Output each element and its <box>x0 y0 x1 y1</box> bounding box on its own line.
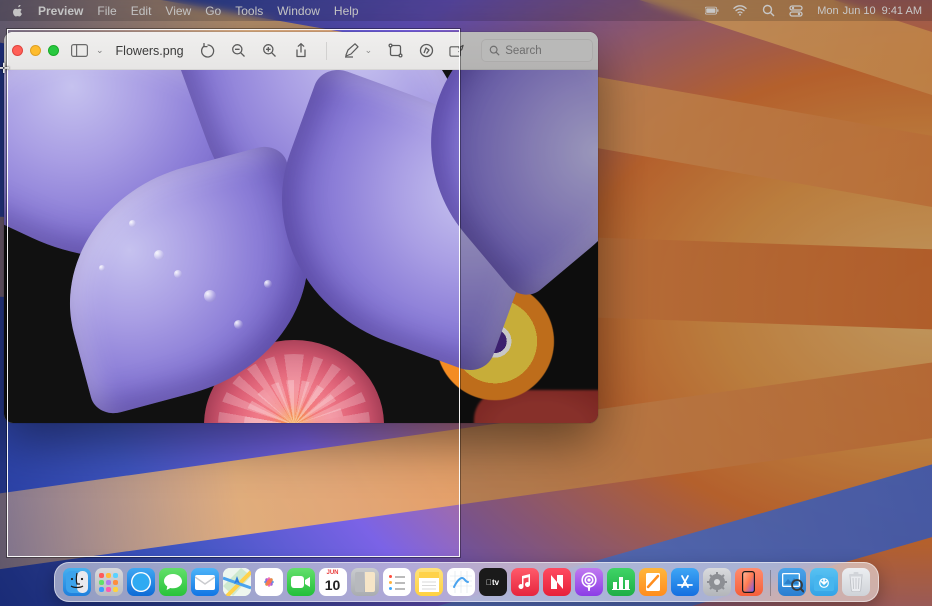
dock-tv[interactable]: tv <box>479 568 507 596</box>
crop-icon[interactable] <box>387 43 403 59</box>
crosshair-cursor-icon: ✛ <box>0 60 10 77</box>
dock-preview-app[interactable] <box>778 568 806 596</box>
dock-freeform[interactable] <box>447 568 475 596</box>
window-titlebar[interactable]: ⌄ Flowers.png ⌄ <box>4 32 598 70</box>
dock-notes[interactable] <box>415 568 443 596</box>
zoom-out-icon[interactable] <box>231 43 247 59</box>
dock-reminders[interactable] <box>383 568 411 596</box>
dock-downloads[interactable] <box>810 568 838 596</box>
calendar-icon-month: JUN <box>319 570 347 576</box>
dock-appstore[interactable] <box>671 568 699 596</box>
dock-maps[interactable] <box>223 568 251 596</box>
dock-pages[interactable] <box>639 568 667 596</box>
minimize-button[interactable] <box>30 45 41 56</box>
markup-icon[interactable] <box>418 43 434 59</box>
wifi-icon[interactable] <box>733 5 747 17</box>
sidebar-toggle-icon[interactable] <box>71 44 88 57</box>
preview-window[interactable]: ⌄ Flowers.png ⌄ <box>4 32 598 423</box>
menubar-time[interactable]: 9:41 AM <box>882 5 922 17</box>
dock-numbers[interactable] <box>607 568 635 596</box>
highlight-menu-chevron-icon[interactable]: ⌄ <box>365 45 373 56</box>
dock-music[interactable] <box>511 568 539 596</box>
dock-messages[interactable] <box>159 568 187 596</box>
control-center-icon[interactable] <box>789 5 803 17</box>
dock-contacts[interactable] <box>351 568 379 596</box>
dock-iphone-mirroring[interactable] <box>735 568 763 596</box>
desktop[interactable]: Preview File Edit View Go Tools Window H… <box>0 0 932 606</box>
dock: JUN 10 tv <box>54 562 879 602</box>
dock-facetime[interactable] <box>287 568 315 596</box>
dock-calendar[interactable]: JUN 10 <box>319 568 347 596</box>
dock-launchpad[interactable] <box>95 568 123 596</box>
menubar-item-edit[interactable]: Edit <box>131 4 152 18</box>
menubar-date-day[interactable]: Mon <box>817 5 838 17</box>
menubar-app-name[interactable]: Preview <box>38 4 83 18</box>
dock-divider <box>770 570 771 596</box>
dock-news[interactable] <box>543 568 571 596</box>
menubar-date[interactable]: Jun 10 <box>843 5 876 17</box>
zoom-button[interactable] <box>48 45 59 56</box>
window-filename: Flowers.png <box>116 44 184 58</box>
spotlight-icon[interactable] <box>761 5 775 17</box>
share-icon[interactable] <box>293 43 309 59</box>
view-menu-chevron-icon[interactable]: ⌄ <box>96 45 104 56</box>
dock-finder[interactable] <box>63 568 91 596</box>
dock-photos[interactable] <box>255 568 283 596</box>
zoom-in-icon[interactable] <box>262 43 278 59</box>
edit-icon[interactable] <box>449 43 465 59</box>
dock-trash[interactable] <box>842 568 870 596</box>
menubar-item-view[interactable]: View <box>165 4 191 18</box>
menubar-item-file[interactable]: File <box>97 4 116 18</box>
rotate-left-icon[interactable] <box>200 43 216 59</box>
battery-icon[interactable] <box>705 5 719 17</box>
menubar-item-tools[interactable]: Tools <box>235 4 263 18</box>
dock-safari[interactable] <box>127 568 155 596</box>
search-icon <box>489 45 500 56</box>
dock-system-settings[interactable] <box>703 568 731 596</box>
close-button[interactable] <box>12 45 23 56</box>
image-viewport[interactable] <box>4 70 598 423</box>
search-field[interactable]: Search <box>481 39 593 62</box>
menubar-item-go[interactable]: Go <box>205 4 221 18</box>
dock-mail[interactable] <box>191 568 219 596</box>
search-placeholder: Search <box>505 45 541 57</box>
apple-menu-icon[interactable] <box>12 5 24 17</box>
highlight-icon[interactable] <box>344 43 360 59</box>
image-content <box>4 70 598 423</box>
dock-podcasts[interactable] <box>575 568 603 596</box>
menubar: Preview File Edit View Go Tools Window H… <box>0 0 932 21</box>
menubar-item-help[interactable]: Help <box>334 4 359 18</box>
menubar-item-window[interactable]: Window <box>277 4 320 18</box>
calendar-icon-day: 10 <box>319 577 347 593</box>
